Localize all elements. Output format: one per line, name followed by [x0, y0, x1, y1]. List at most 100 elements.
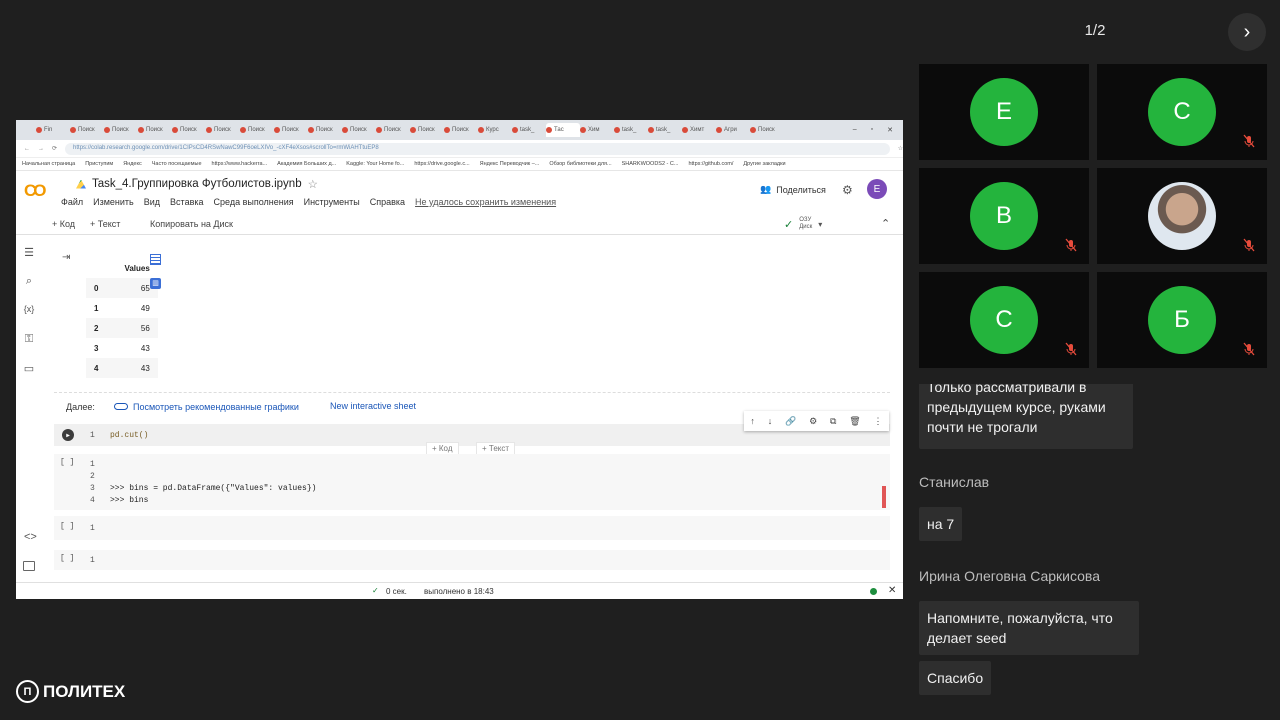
toc-icon[interactable]: ☰: [24, 246, 34, 265]
delete-icon[interactable]: 🗑: [849, 416, 860, 427]
browser-tab[interactable]: Поиск: [308, 123, 342, 137]
chevron-down-icon[interactable]: ▾: [818, 220, 822, 229]
bookmark-item[interactable]: Обзор библиотеки для...: [549, 161, 611, 167]
mic-muted-icon: [1065, 238, 1077, 252]
browser-tab[interactable]: Поиск: [376, 123, 410, 137]
share-button[interactable]: 👥 Поделиться: [760, 184, 826, 195]
browser-tab[interactable]: Агри: [716, 123, 750, 137]
resources-indicator[interactable]: ✓ ОЗУ Диск ▾: [784, 217, 822, 231]
gear-icon[interactable]: ⚙: [842, 183, 853, 197]
browser-tab[interactable]: Химт: [682, 123, 716, 137]
forward-icon[interactable]: →: [38, 146, 44, 152]
participant-tile[interactable]: C: [919, 272, 1089, 368]
bookmark-item[interactable]: Другие закладки: [743, 161, 785, 167]
more-icon[interactable]: ⋮: [874, 416, 883, 427]
browser-tab[interactable]: Поиск: [138, 123, 172, 137]
chart-icon[interactable]: ▥: [150, 278, 161, 289]
code-cell[interactable]: [ ] 1 2 3 4 >>> bins = pd.DataFrame({"Va…: [54, 454, 890, 510]
next-page-button[interactable]: ›: [1228, 13, 1266, 51]
table-icon[interactable]: [150, 254, 161, 265]
add-code-button[interactable]: + Код: [52, 219, 75, 229]
cell-run-bracket[interactable]: [ ]: [60, 458, 74, 467]
bookmark-item[interactable]: Яндекс: [123, 161, 142, 167]
menu-runtime[interactable]: Среда выполнения: [214, 197, 294, 207]
participant-tile[interactable]: C: [1097, 64, 1267, 160]
browser-tab[interactable]: task_: [512, 123, 546, 137]
bookmark-item[interactable]: https://drive.google.c...: [414, 161, 469, 167]
browser-tab[interactable]: Поиск: [410, 123, 444, 137]
browser-tab[interactable]: Fin: [36, 123, 70, 137]
code-line[interactable]: >>> bins: [110, 496, 148, 505]
minimize-icon[interactable]: –: [853, 126, 857, 134]
arrow-down-icon[interactable]: ↓: [768, 416, 773, 426]
url-field[interactable]: https://colab.research.google.com/drive/…: [65, 142, 890, 155]
cell-run-bracket[interactable]: [ ]: [60, 522, 74, 531]
cell-run-bracket[interactable]: [ ]: [60, 554, 74, 563]
bookmark-item[interactable]: SHARKWOODS2 - C...: [622, 161, 679, 167]
code-snippets-icon[interactable]: <>: [24, 531, 37, 543]
menu-edit[interactable]: Изменить: [93, 197, 134, 207]
variables-icon[interactable]: {x}: [24, 304, 35, 323]
participant-tile[interactable]: [1097, 168, 1267, 264]
notebook-title[interactable]: Task_4.Группировка Футболистов.ipynb: [92, 178, 302, 190]
close-icon[interactable]: ✕: [888, 585, 896, 596]
output-icon[interactable]: ⇥: [62, 252, 70, 263]
bookmark-item[interactable]: Часто посещаемые: [152, 161, 202, 167]
folder-icon[interactable]: ▭: [24, 362, 34, 381]
browser-tab[interactable]: task_: [614, 123, 648, 137]
arrow-up-icon[interactable]: ↑: [750, 416, 755, 426]
participant-tile[interactable]: B: [919, 168, 1089, 264]
menu-tools[interactable]: Инструменты: [304, 197, 360, 207]
bookmark-item[interactable]: Приступим: [85, 161, 113, 167]
key-icon[interactable]: ⚿: [25, 333, 33, 352]
browser-tab[interactable]: Поиск: [274, 123, 308, 137]
browser-tab[interactable]: task_: [648, 123, 682, 137]
bookmark-item[interactable]: https://www.hackerra...: [212, 161, 268, 167]
browser-tab[interactable]: Поиск: [240, 123, 274, 137]
browser-tab[interactable]: Поиск: [444, 123, 478, 137]
terminal-icon[interactable]: [23, 561, 35, 571]
search-icon[interactable]: ⌕: [26, 275, 32, 294]
bookmark-item[interactable]: Начальная страница: [22, 161, 75, 167]
menu-view[interactable]: Вид: [144, 197, 160, 207]
copy-icon[interactable]: ⧉: [830, 416, 836, 427]
play-icon[interactable]: ▶: [62, 429, 74, 441]
code-cell[interactable]: [ ] 1: [54, 550, 890, 570]
menu-file[interactable]: Файл: [61, 197, 83, 207]
add-text-button[interactable]: + Текст: [90, 219, 120, 229]
interactive-sheet-button[interactable]: New interactive sheet: [326, 399, 420, 414]
browser-tab[interactable]: Поиск: [104, 123, 138, 137]
save-warning[interactable]: Не удалось сохранить изменения: [415, 197, 556, 207]
participant-tile[interactable]: Б: [1097, 272, 1267, 368]
browser-tab[interactable]: Хим: [580, 123, 614, 137]
close-icon[interactable]: ✕: [887, 126, 893, 134]
browser-tab[interactable]: Тас: [546, 123, 580, 137]
avatar[interactable]: E: [867, 179, 887, 199]
chevron-up-icon[interactable]: ⌃: [881, 217, 890, 230]
browser-tab[interactable]: Поиск: [206, 123, 240, 137]
menu-insert[interactable]: Вставка: [170, 197, 203, 207]
reload-icon[interactable]: ⟳: [52, 145, 57, 152]
bookmark-item[interactable]: Яндекс Переводчик –...: [480, 161, 540, 167]
code-cell[interactable]: [ ] 1: [54, 516, 890, 540]
recommended-charts-button[interactable]: Посмотреть рекомендованные графики: [110, 399, 303, 414]
participant-tile[interactable]: E: [919, 64, 1089, 160]
gear-icon[interactable]: ⚙: [809, 416, 817, 427]
bookmark-item[interactable]: https://github.com/: [688, 161, 733, 167]
code-line[interactable]: pd.cut(): [110, 431, 148, 440]
browser-tab[interactable]: Поиск: [172, 123, 206, 137]
browser-tab[interactable]: Курс: [478, 123, 512, 137]
browser-tab[interactable]: Поиск: [750, 123, 784, 137]
copy-to-drive-button[interactable]: Копировать на Диск: [150, 219, 233, 229]
back-icon[interactable]: ←: [24, 146, 30, 152]
star-icon[interactable]: ☆: [308, 177, 318, 191]
bookmark-item[interactable]: Академия Больших д...: [277, 161, 336, 167]
menu-help[interactable]: Справка: [370, 197, 405, 207]
browser-tab[interactable]: Поиск: [70, 123, 104, 137]
link-icon[interactable]: 🔗: [785, 416, 796, 427]
code-line[interactable]: >>> bins = pd.DataFrame({"Values": value…: [110, 484, 316, 493]
star-icon[interactable]: ☆: [898, 145, 903, 152]
browser-tab[interactable]: Поиск: [342, 123, 376, 137]
maximize-icon[interactable]: ▫: [871, 126, 873, 134]
bookmark-item[interactable]: Kaggle: Your Home fo...: [346, 161, 404, 167]
